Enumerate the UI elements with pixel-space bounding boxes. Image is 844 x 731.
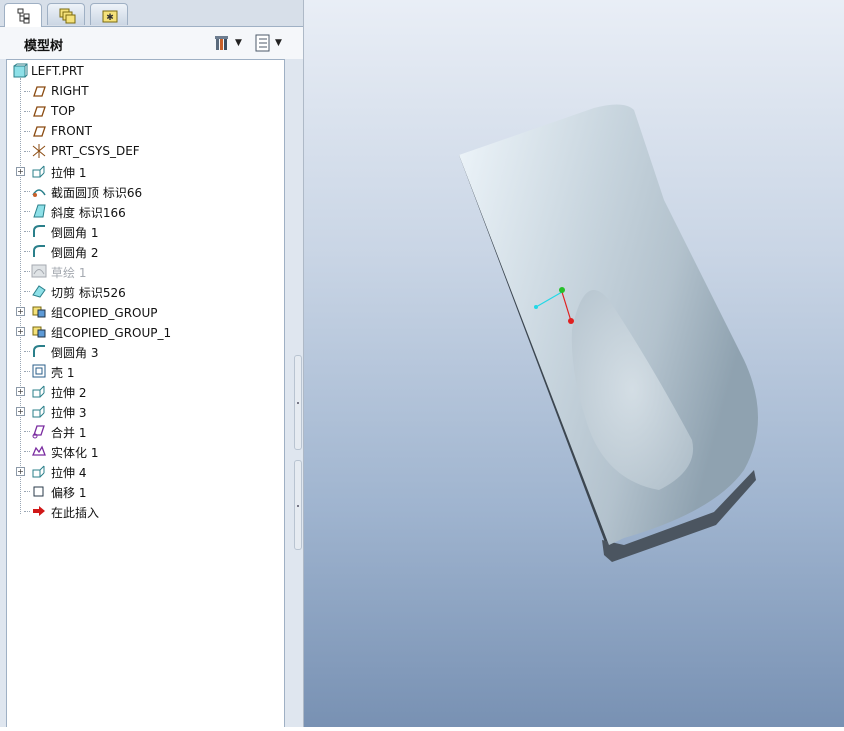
model-tree-tab[interactable] — [4, 3, 42, 27]
navigator-panel: ✱ 模型树 ▼ ▼ LEFT.PRT RIGHT TOP FRONT PRT_CSYS… — [0, 0, 304, 727]
tree-item-label: 倒圆角 2 — [51, 246, 99, 260]
tree-item[interactable]: 在此插入 — [7, 501, 283, 521]
csys-y-tip — [559, 287, 565, 293]
tree-item[interactable]: 截面圆顶 标识66 — [7, 181, 283, 201]
tree-columns-icon — [255, 34, 270, 52]
tree-item-label: RIGHT — [51, 84, 89, 98]
panel-splitter-bottom[interactable] — [294, 460, 302, 550]
section-dome-icon — [32, 189, 46, 197]
layers-tab[interactable] — [47, 3, 85, 25]
offset-icon — [33, 486, 44, 497]
tree-settings-button[interactable]: ▼ — [214, 32, 242, 54]
expand-toggle[interactable]: + — [16, 307, 25, 316]
tree-item-label: 在此插入 — [51, 506, 100, 520]
tree-item-label: 倒圆角 3 — [51, 346, 99, 360]
draft-icon — [33, 204, 46, 218]
tree-item[interactable]: 合并 1 — [7, 421, 283, 441]
tree-item[interactable]: FRONT — [7, 121, 283, 141]
tree-item-label: 拉伸 3 — [51, 406, 87, 420]
panel-splitter-top[interactable] — [294, 355, 302, 450]
round-icon — [33, 225, 45, 237]
tree-item[interactable]: 壳 1 — [7, 361, 283, 381]
tree-item[interactable]: 斜度 标识166 — [7, 201, 283, 221]
extrude-icon — [32, 165, 45, 178]
tree-item[interactable]: 倒圆角 2 — [7, 241, 283, 261]
favorites-tab[interactable]: ✱ — [90, 3, 128, 25]
tree-root-label: LEFT.PRT — [31, 64, 84, 78]
tree-item[interactable]: 实体化 1 — [7, 441, 283, 461]
expand-toggle[interactable]: + — [16, 407, 25, 416]
tree-item-label: 截面圆顶 标识66 — [51, 186, 143, 200]
tree-item-label: 偏移 1 — [51, 486, 87, 500]
tree-item[interactable]: 倒圆角 3 — [7, 341, 283, 361]
tree-item-label: 切剪 标识526 — [51, 286, 126, 300]
model-tree-title: 模型树 — [24, 39, 64, 54]
tree-item-label: FRONT — [51, 124, 92, 138]
round-icon — [33, 245, 45, 257]
tree-item-label: 拉伸 1 — [51, 166, 87, 180]
csys-icon — [32, 144, 46, 158]
part-model — [459, 104, 758, 562]
extrude-icon — [32, 465, 45, 478]
tree-item-label: 组COPIED_GROUP — [51, 306, 158, 320]
datum-plane-icon — [33, 126, 46, 137]
tree-item-label: 组COPIED_GROUP_1 — [51, 326, 172, 340]
tree-item-label: 草绘 1 — [51, 266, 87, 280]
extrude-icon — [32, 385, 45, 398]
navigator-tabbar: ✱ — [0, 0, 303, 27]
insert-here-arrow-icon — [33, 506, 45, 516]
sketch-icon — [31, 264, 47, 278]
datum-plane-icon — [33, 106, 46, 117]
group-icon — [32, 326, 46, 338]
expand-toggle[interactable]: + — [16, 467, 25, 476]
tree-item-label: 壳 1 — [51, 366, 75, 380]
tree-item[interactable]: RIGHT — [7, 81, 283, 101]
tree-item[interactable]: 偏移 1 — [7, 481, 283, 501]
model-tree: LEFT.PRT RIGHT TOP FRONT PRT_CSYS_DEF + 拉伸 1 截… — [6, 59, 285, 727]
tree-settings-icon — [215, 36, 228, 50]
tree-item[interactable]: + 组COPIED_GROUP — [7, 301, 283, 321]
round-icon — [33, 345, 45, 357]
expand-toggle[interactable]: + — [16, 327, 25, 336]
csys-x-tip — [534, 305, 538, 309]
tree-item-label: 实体化 1 — [51, 446, 99, 460]
part-icon — [13, 63, 28, 78]
layers-icon — [59, 8, 76, 24]
tree-item[interactable]: TOP — [7, 101, 283, 121]
shell-icon — [32, 364, 46, 378]
merge-icon — [32, 425, 45, 439]
cut-icon — [32, 285, 46, 298]
tree-item-label: 倒圆角 1 — [51, 226, 99, 240]
tree-item-label: 拉伸 4 — [51, 466, 87, 480]
graphics-viewport[interactable] — [304, 0, 844, 727]
tree-item[interactable]: + 拉伸 1 — [7, 161, 283, 181]
csys-z-tip — [568, 318, 574, 324]
model-tree-icon — [17, 8, 30, 24]
tree-root-item[interactable]: LEFT.PRT — [7, 61, 283, 81]
tree-item-label: 拉伸 2 — [51, 386, 87, 400]
tree-item[interactable]: 草绘 1 — [7, 261, 283, 281]
tree-item[interactable]: + 拉伸 2 — [7, 381, 283, 401]
tree-item[interactable]: + 拉伸 4 — [7, 461, 283, 481]
tree-item-label: 斜度 标识166 — [51, 206, 126, 220]
group-icon — [32, 306, 46, 318]
tree-item[interactable]: PRT_CSYS_DEF — [7, 141, 283, 161]
solidify-icon — [32, 445, 46, 456]
tree-item-label: TOP — [51, 104, 76, 118]
tree-item[interactable]: + 组COPIED_GROUP_1 — [7, 321, 283, 341]
extrude-icon — [32, 405, 45, 418]
expand-toggle[interactable]: + — [16, 167, 25, 176]
favorites-icon: ✱ — [102, 10, 118, 23]
tree-item[interactable]: 切剪 标识526 — [7, 281, 283, 301]
expand-toggle[interactable]: + — [16, 387, 25, 396]
tree-columns-button[interactable]: ▼ — [254, 32, 282, 54]
tree-item-label: 合并 1 — [51, 426, 87, 440]
tree-item[interactable]: 倒圆角 1 — [7, 221, 283, 241]
tree-item[interactable]: + 拉伸 3 — [7, 401, 283, 421]
svg-text:✱: ✱ — [106, 13, 114, 23]
datum-plane-icon — [33, 86, 46, 97]
tree-item-label: PRT_CSYS_DEF — [51, 144, 140, 158]
model-tree-header: 模型树 ▼ ▼ — [0, 27, 303, 59]
